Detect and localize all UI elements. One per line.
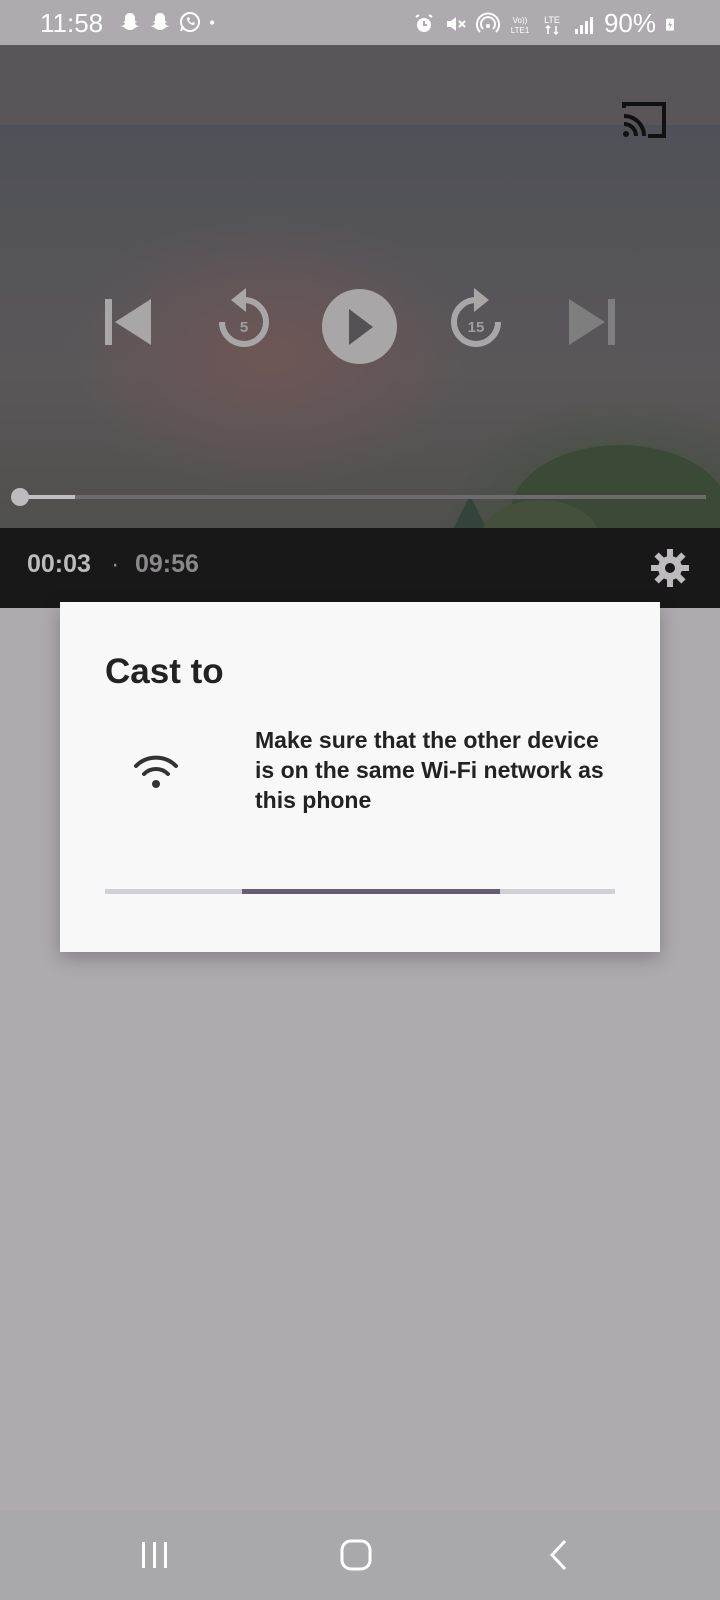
- skip-next-icon[interactable]: [567, 297, 617, 347]
- back-icon: [549, 1539, 567, 1571]
- play-icon: [348, 308, 373, 345]
- seek-bar[interactable]: [10, 488, 706, 506]
- recent-apps-button[interactable]: [125, 1530, 185, 1580]
- time-separator: ·: [111, 550, 120, 578]
- skip-previous-icon[interactable]: [103, 297, 153, 347]
- searching-progress-bar: [105, 889, 615, 894]
- svg-text:LTE1: LTE1: [511, 26, 530, 35]
- hotspot-icon: [475, 12, 500, 33]
- play-button[interactable]: [322, 289, 397, 364]
- snapchat-icon: [151, 13, 169, 30]
- alarm-icon: [415, 13, 433, 32]
- battery-charging-icon: [666, 18, 674, 31]
- rewind-seconds-label: 5: [239, 319, 249, 336]
- video-top-bar: [0, 45, 720, 125]
- lte-icon: LTE: [544, 15, 560, 35]
- snapchat-icon: [121, 13, 139, 30]
- battery-percentage: 90%: [603, 8, 656, 38]
- navigation-bar: [0, 1510, 720, 1600]
- system-icons: Vo)) LTE1 LTE 90%: [412, 8, 680, 39]
- cast-icon[interactable]: [620, 100, 668, 140]
- forward-seconds-label: 15: [467, 319, 485, 336]
- svg-text:LTE: LTE: [544, 15, 560, 25]
- whatsapp-icon: [180, 12, 200, 32]
- seek-bar-thumb[interactable]: [10, 488, 29, 506]
- volte-icon: Vo))LTE1: [511, 16, 530, 35]
- dialog-title: Cast to: [105, 652, 224, 691]
- mute-icon: [446, 16, 466, 31]
- recent-apps-icon: [142, 1542, 167, 1568]
- current-time: 00:03: [27, 550, 91, 578]
- video-bottom-bar: 00:03 · 09:56: [0, 528, 720, 608]
- wifi-icon: [134, 755, 178, 788]
- home-icon: [340, 1539, 372, 1571]
- notification-icons: [118, 9, 222, 35]
- home-button[interactable]: [326, 1530, 386, 1580]
- gear-icon[interactable]: [650, 548, 690, 588]
- back-button[interactable]: [529, 1530, 589, 1580]
- searching-progress-indicator: [242, 889, 500, 894]
- dot-icon: [210, 20, 215, 25]
- signal-icon: [574, 16, 593, 34]
- cast-dialog: Cast to Make sure that the other device …: [60, 602, 660, 952]
- dialog-message: Make sure that the other device is on th…: [255, 727, 604, 813]
- status-bar: 11:58 Vo)) LTE1 LTE 90%: [0, 0, 720, 45]
- status-time: 11:58: [40, 8, 104, 38]
- video-player[interactable]: 5 15 00:03 · 09:56: [0, 45, 720, 608]
- svg-text:Vo)): Vo)): [513, 16, 528, 25]
- total-duration: 09:56: [135, 550, 199, 578]
